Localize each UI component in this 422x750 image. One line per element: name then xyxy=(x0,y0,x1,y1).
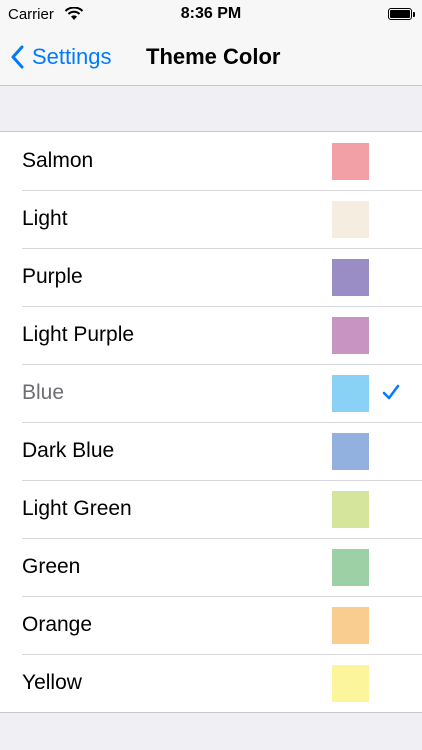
theme-label: Salmon xyxy=(22,149,94,172)
color-swatch xyxy=(332,143,369,180)
theme-label: Light Green xyxy=(22,497,132,520)
theme-label: Blue xyxy=(22,381,65,404)
color-swatch xyxy=(332,317,369,354)
theme-row-light[interactable]: Light xyxy=(0,190,422,248)
theme-row-orange[interactable]: Orange xyxy=(0,596,422,654)
theme-row-green[interactable]: Green xyxy=(0,538,422,596)
back-button-label: Settings xyxy=(32,44,112,69)
theme-label: Green xyxy=(22,555,81,578)
color-swatch xyxy=(332,433,369,470)
status-bar: Carrier 8:36 PM xyxy=(0,0,422,30)
theme-row-blue[interactable]: Blue xyxy=(0,364,422,422)
navigation-bar: Settings Theme Color xyxy=(0,30,422,86)
theme-label: Orange xyxy=(22,613,93,636)
theme-color-list: Salmon Light Purple Light Purple Blue Dark Bl… xyxy=(0,131,422,713)
color-swatch xyxy=(332,491,369,528)
theme-row-light-purple[interactable]: Light Purple xyxy=(0,306,422,364)
page-title: Theme Color xyxy=(146,44,281,69)
theme-label: Dark Blue xyxy=(22,439,115,462)
theme-label: Yellow xyxy=(22,671,82,694)
color-swatch xyxy=(332,259,369,296)
theme-row-yellow[interactable]: Yellow xyxy=(0,654,422,712)
color-swatch xyxy=(332,549,369,586)
color-swatch xyxy=(332,607,369,644)
theme-row-salmon[interactable]: Salmon xyxy=(0,132,422,190)
color-swatch xyxy=(332,665,369,702)
theme-label: Purple xyxy=(22,265,83,288)
status-time: 8:36 PM xyxy=(180,5,242,22)
color-swatch xyxy=(332,201,369,238)
theme-row-dark-blue[interactable]: Dark Blue xyxy=(0,422,422,480)
theme-row-light-green[interactable]: Light Green xyxy=(0,480,422,538)
theme-row-purple[interactable]: Purple xyxy=(0,248,422,306)
checkmark-icon xyxy=(382,384,400,400)
battery-icon xyxy=(388,8,415,20)
chevron-left-icon xyxy=(11,45,24,69)
theme-label: Light Purple xyxy=(22,323,135,346)
back-button[interactable]: Settings xyxy=(10,42,112,72)
color-swatch xyxy=(332,375,369,412)
theme-label: Light xyxy=(22,207,68,230)
